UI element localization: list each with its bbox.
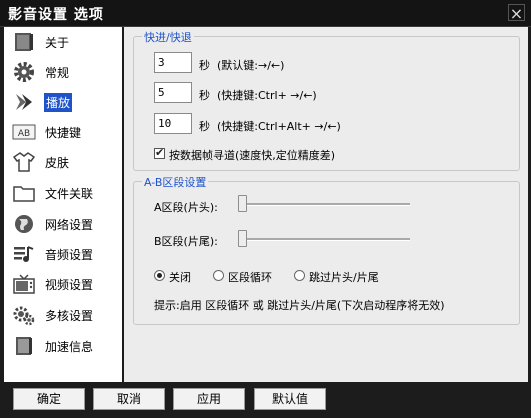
seek-ctrl-alt-hint: (快捷键:Ctrl+Alt+ →/←) — [217, 120, 341, 133]
sidebar-item-general[interactable]: 常规 — [4, 59, 122, 85]
seek-ctrl-alt-unit: 秒 — [199, 120, 210, 133]
sidebar-item-playback[interactable]: 播放 — [4, 89, 122, 115]
seek-ctrl-input[interactable] — [154, 82, 192, 103]
sidebar-item-label: 关于 — [45, 36, 70, 50]
book-icon — [16, 337, 32, 355]
keyframe-seek-label[interactable]: 按数据帧寻道(速度快,定位精度差) — [169, 147, 335, 163]
sidebar-item-file-association[interactable]: 文件关联 — [4, 180, 122, 206]
radio-off-label[interactable]: 关闭 — [169, 269, 191, 285]
close-button[interactable]: × — [508, 4, 525, 22]
ab-tip: 提示:启用 区段循环 或 跳过片头/片尾(下次启动程序将无效) — [154, 299, 445, 312]
apply-button[interactable]: 应用 — [173, 388, 245, 410]
sidebar-item-acceleration[interactable]: 加速信息 — [4, 333, 122, 359]
music-icon — [14, 246, 34, 262]
folder-icon — [13, 186, 35, 202]
tv-icon — [13, 274, 35, 294]
a-section-label: A区段(片头): — [154, 201, 218, 214]
sidebar-item-network[interactable]: 网络设置 — [4, 211, 122, 237]
seek-ctrl-unit: 秒 — [199, 89, 210, 102]
sidebar-item-label: 网络设置 — [45, 218, 94, 232]
sidebar-item-multicore[interactable]: 多核设置 — [4, 302, 122, 328]
seek-group-title: 快进/快退 — [142, 29, 194, 45]
seek-ctrl-hint: (快捷键:Ctrl+ →/←) — [217, 89, 317, 102]
radio-off[interactable] — [154, 270, 165, 281]
gear-icon — [14, 62, 34, 82]
sidebar-item-label: 音频设置 — [45, 248, 94, 262]
b-section-slider-track[interactable] — [240, 238, 410, 241]
a-section-slider-track[interactable] — [240, 203, 410, 206]
sidebar-item-about[interactable]: 关于 — [4, 29, 122, 55]
sidebar-item-label: 快捷键 — [45, 126, 82, 140]
cancel-button[interactable]: 取消 — [93, 388, 165, 410]
sidebar-item-label: 常规 — [45, 66, 70, 80]
b-section-label: B区段(片尾): — [154, 235, 218, 248]
sidebar-item-label: 视频设置 — [45, 278, 94, 292]
keyboard-icon: AB — [12, 124, 36, 140]
title-bar[interactable]: 影音设置 选项 × — [0, 0, 531, 27]
sidebar-item-label: 播放 — [44, 93, 73, 112]
radio-loop-label[interactable]: 区段循环 — [228, 269, 272, 285]
radio-loop[interactable] — [213, 270, 224, 281]
sidebar: 关于 常规 播放 AB 快捷键 皮肤 文件关联 网络设置 音频设置 视频设置 多… — [4, 27, 124, 382]
sidebar-item-label: 文件关联 — [45, 187, 94, 201]
info-icon — [15, 33, 33, 51]
multicore-icon — [13, 306, 35, 326]
ab-section-title: A-B区段设置 — [142, 174, 209, 190]
checkmark-icon: ✔ — [155, 146, 165, 159]
sidebar-item-label: 皮肤 — [45, 156, 70, 170]
sidebar-item-label: 加速信息 — [45, 340, 94, 354]
radio-skip-label[interactable]: 跳过片头/片尾 — [309, 269, 379, 285]
radio-selected-dot — [157, 273, 162, 278]
globe-icon — [15, 215, 33, 233]
seek-default-input[interactable] — [154, 52, 192, 73]
seek-default-hint: (默认键:→/←) — [217, 59, 285, 72]
seek-default-unit: 秒 — [199, 59, 210, 72]
window-title: 影音设置 选项 — [8, 7, 104, 23]
sidebar-item-video[interactable]: 视频设置 — [4, 271, 122, 297]
b-section-slider-thumb[interactable] — [238, 230, 247, 247]
sidebar-item-skin[interactable]: 皮肤 — [4, 149, 122, 175]
sidebar-item-label: 多核设置 — [45, 309, 94, 323]
keyframe-seek-checkbox[interactable]: ✔ — [154, 146, 165, 159]
radio-skip[interactable] — [294, 270, 305, 281]
ok-button[interactable]: 确定 — [13, 388, 85, 410]
svg-text:AB: AB — [18, 129, 30, 139]
seek-ctrl-alt-input[interactable] — [154, 113, 192, 134]
shirt-icon — [12, 152, 36, 172]
settings-window: 影音设置 选项 × 关于 常规 播放 AB 快捷键 皮肤 文件关联 网络设置 音… — [0, 0, 531, 418]
sidebar-item-audio[interactable]: 音频设置 — [4, 241, 122, 267]
a-section-slider-thumb[interactable] — [238, 195, 247, 212]
play-icon — [16, 94, 32, 110]
sidebar-item-hotkeys[interactable]: AB 快捷键 — [4, 119, 122, 145]
default-button[interactable]: 默认值 — [254, 388, 326, 410]
